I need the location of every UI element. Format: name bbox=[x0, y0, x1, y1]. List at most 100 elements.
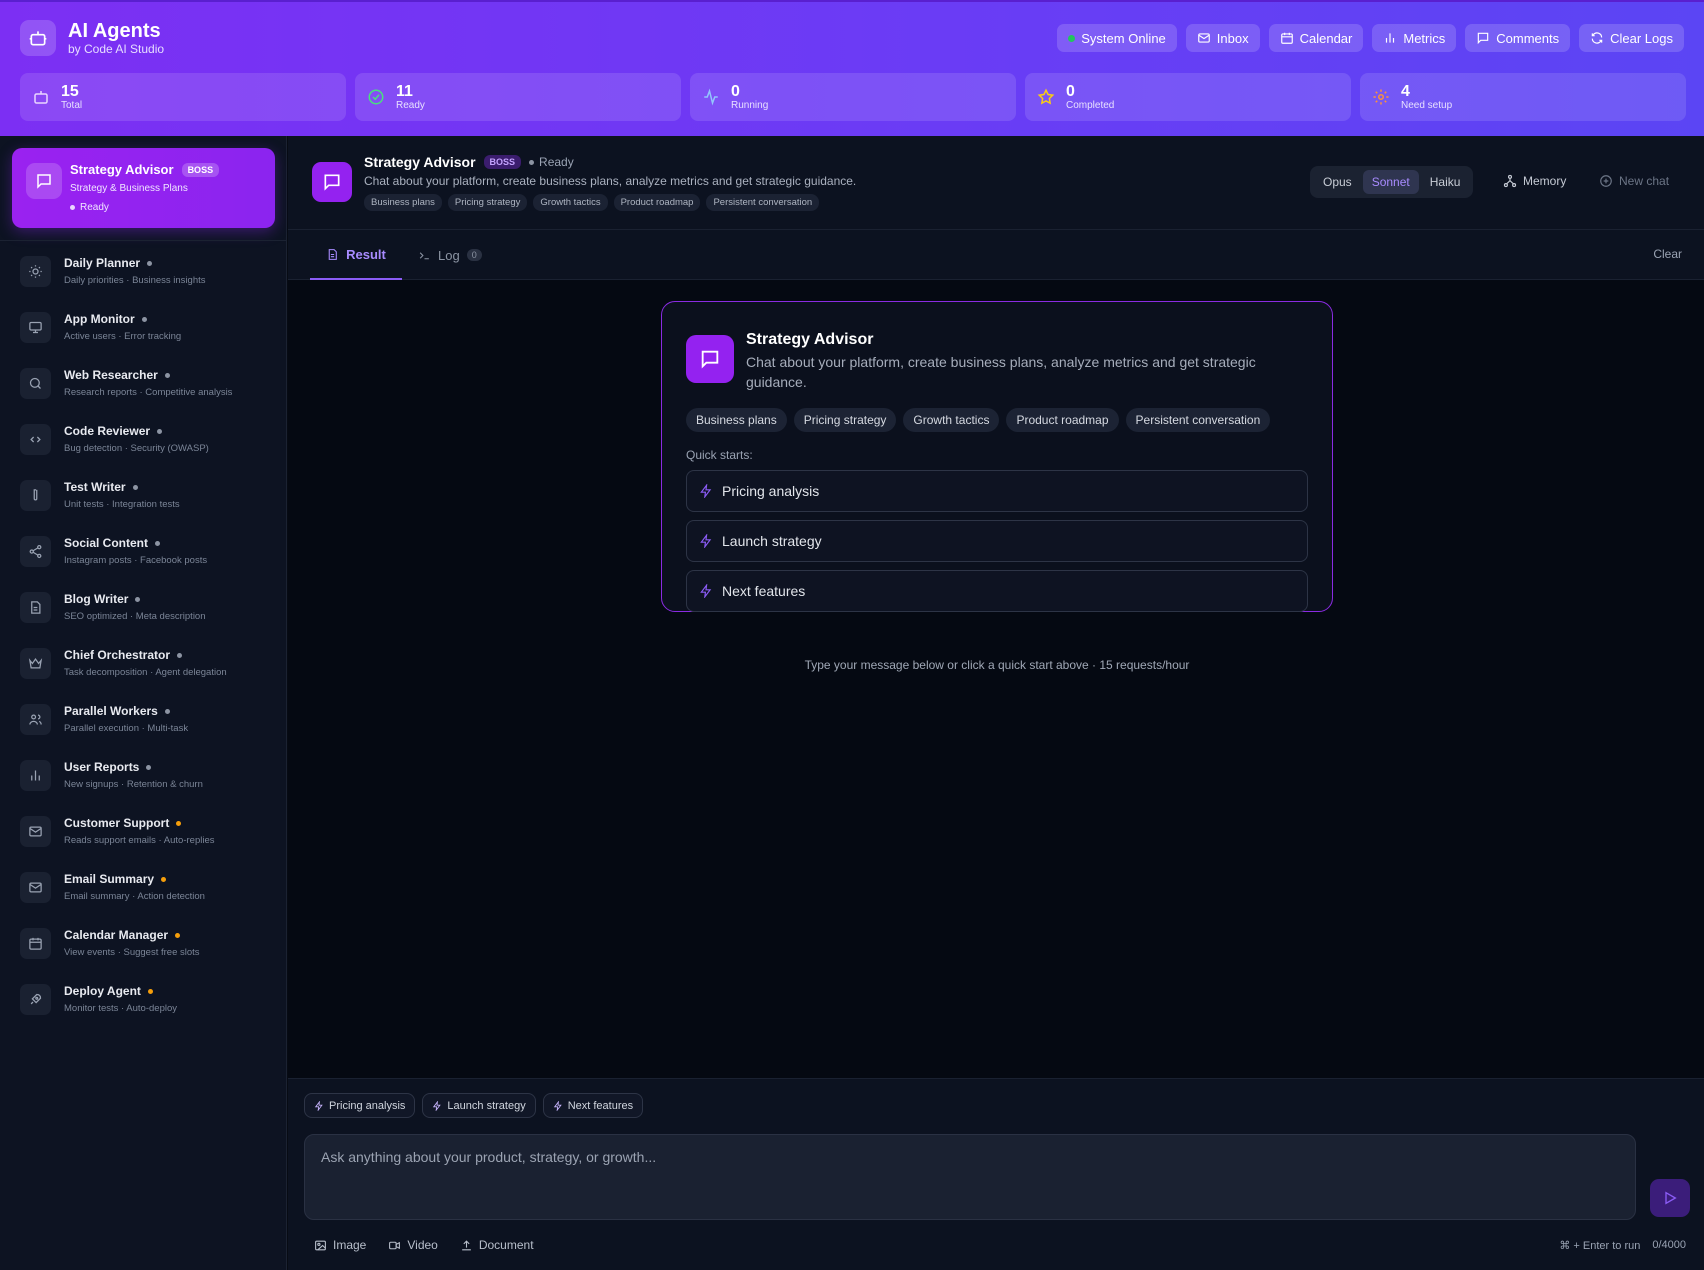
status-dot bbox=[175, 932, 181, 938]
inbox-button[interactable]: Inbox bbox=[1185, 24, 1260, 52]
model-haiku-button[interactable]: Haiku bbox=[1421, 170, 1470, 194]
rocket-icon bbox=[20, 984, 51, 1015]
lightning-icon bbox=[700, 584, 712, 598]
chip-pricing-analysis[interactable]: Pricing analysis bbox=[304, 1093, 416, 1118]
sidebar-item-desc: Bug detection · Security (OWASP) bbox=[64, 443, 209, 454]
model-sonnet-button[interactable]: Sonnet bbox=[1362, 170, 1419, 194]
sidebar-item-strategy-advisor[interactable]: Strategy Advisor BOSS Strategy & Business… bbox=[12, 148, 275, 228]
card-tags: Business plans Pricing strategy Growth t… bbox=[686, 408, 1271, 432]
test-tube-icon bbox=[20, 480, 51, 511]
comments-button[interactable]: Comments bbox=[1465, 24, 1571, 52]
sidebar-item-desc: SEO optimized · Meta description bbox=[64, 611, 206, 622]
sidebar-item-desc: Instagram posts · Facebook posts bbox=[64, 555, 208, 566]
refresh-icon bbox=[1591, 32, 1603, 44]
video-icon bbox=[389, 1241, 401, 1249]
log-count-badge: 0 bbox=[466, 249, 482, 261]
send-button[interactable] bbox=[1650, 1179, 1690, 1217]
chip-next-features[interactable]: Next features bbox=[542, 1093, 644, 1118]
tag: Product roadmap bbox=[1006, 408, 1119, 432]
agent-title: Strategy Advisor bbox=[364, 154, 476, 170]
mail-icon bbox=[20, 872, 51, 903]
sidebar-item-label: User Reports bbox=[64, 760, 140, 774]
status-dot bbox=[155, 540, 161, 546]
sidebar-item-deploy-agent[interactable]: Deploy Agent Monitor tests · Auto-deploy bbox=[0, 972, 287, 1028]
agent-topbar: Strategy Advisor BOSS Ready Chat about y… bbox=[288, 136, 1704, 230]
clear-button[interactable]: Clear bbox=[1653, 247, 1682, 261]
sidebar-item-web-researcher[interactable]: Web Researcher Research reports · Competi… bbox=[0, 356, 287, 412]
sidebar-item-blog-writer[interactable]: Blog Writer SEO optimized · Meta descript… bbox=[0, 580, 287, 636]
sidebar-item-desc: Email summary · Action detection bbox=[64, 891, 205, 902]
divider bbox=[0, 240, 287, 241]
calendar-icon bbox=[1280, 32, 1293, 44]
status-dot bbox=[157, 428, 163, 434]
status-dot bbox=[141, 316, 147, 322]
sidebar-item-test-writer[interactable]: Test Writer Unit tests · Integration test… bbox=[0, 468, 287, 524]
network-icon bbox=[1503, 174, 1517, 188]
tag: Pricing strategy bbox=[447, 194, 528, 211]
tag: Persistent conversation bbox=[706, 194, 820, 211]
quick-start-launch-strategy[interactable]: Launch strategy bbox=[686, 520, 1308, 562]
sidebar-item-desc: Research reports · Competitive analysis bbox=[64, 387, 233, 398]
metrics-button[interactable]: Metrics bbox=[1372, 24, 1457, 52]
agent-description: Chat about your platform, create busines… bbox=[364, 174, 857, 188]
quick-start-pricing-analysis[interactable]: Pricing analysis bbox=[686, 470, 1308, 512]
memory-button[interactable]: Memory bbox=[1503, 174, 1566, 188]
agent-tags: Business plans Pricing strategy Growth t… bbox=[364, 194, 820, 211]
sidebar-item-label: Daily Planner bbox=[64, 256, 141, 270]
sidebar-item-email-summary[interactable]: Email Summary Email summary · Action dete… bbox=[0, 860, 287, 916]
model-selector: Opus Sonnet Haiku bbox=[1310, 166, 1474, 198]
sidebar-item-social-content[interactable]: Social Content Instagram posts · Facebook… bbox=[0, 524, 287, 580]
system-online-button[interactable]: System Online bbox=[1057, 24, 1177, 52]
result-tabs: Result Log 0 Clear bbox=[288, 230, 1704, 280]
mail-icon bbox=[1197, 33, 1210, 43]
message-icon bbox=[312, 162, 352, 202]
clear-logs-button[interactable]: Clear Logs bbox=[1579, 24, 1684, 52]
mail-icon bbox=[20, 816, 51, 847]
image-icon bbox=[315, 1240, 326, 1250]
lightning-icon bbox=[700, 484, 712, 498]
tab-result[interactable]: Result bbox=[310, 230, 402, 280]
sidebar-item-label: Code Reviewer bbox=[64, 424, 151, 438]
status-dot bbox=[164, 372, 170, 378]
header-actions: System Online Inbox Calendar Metrics Com… bbox=[1057, 24, 1684, 52]
sidebar-item-chief-orchestrator[interactable]: Chief Orchestrator Task decomposition · A… bbox=[0, 636, 287, 692]
sidebar-item-calendar-manager[interactable]: Calendar Manager View events · Suggest fr… bbox=[0, 916, 287, 972]
quick-start-next-features[interactable]: Next features bbox=[686, 570, 1308, 612]
message-input[interactable]: Ask anything about your product, strateg… bbox=[304, 1134, 1636, 1220]
sidebar-item-label: Chief Orchestrator bbox=[64, 648, 171, 662]
bot-icon bbox=[20, 20, 56, 56]
lightning-icon bbox=[553, 1100, 562, 1111]
sidebar-item-desc: View events · Suggest free slots bbox=[64, 947, 200, 958]
monitor-icon bbox=[20, 312, 51, 343]
usage-hint: Type your message below or click a quick… bbox=[804, 658, 1190, 672]
model-opus-button[interactable]: Opus bbox=[1314, 170, 1361, 194]
sidebar-item-daily-planner[interactable]: Daily Planner Daily priorities · Business… bbox=[0, 244, 287, 300]
sidebar-item-customer-support[interactable]: Customer Support Reads support emails · A… bbox=[0, 804, 287, 860]
attach-document-button[interactable]: Document bbox=[460, 1238, 534, 1252]
status-dot bbox=[164, 708, 170, 714]
bar-chart-icon bbox=[1386, 33, 1395, 43]
calendar-icon bbox=[20, 928, 51, 959]
search-icon bbox=[20, 368, 51, 399]
check-circle-icon bbox=[368, 89, 384, 105]
sidebar-item-app-monitor[interactable]: App Monitor Active users · Error tracking bbox=[0, 300, 287, 356]
tag: Pricing strategy bbox=[793, 408, 897, 432]
lightning-icon bbox=[700, 534, 712, 548]
sidebar-item-label: Social Content bbox=[64, 536, 149, 550]
users-icon bbox=[20, 704, 51, 735]
sidebar-item-parallel-workers[interactable]: Parallel Workers Parallel execution · Mul… bbox=[0, 692, 287, 748]
stat-total: 15 Total bbox=[20, 73, 346, 121]
sidebar-item-code-reviewer[interactable]: Code Reviewer Bug detection · Security (O… bbox=[0, 412, 287, 468]
tab-log[interactable]: Log 0 bbox=[418, 230, 482, 280]
attach-image-button[interactable]: Image bbox=[314, 1238, 366, 1252]
status-dot bbox=[177, 652, 183, 658]
new-chat-button[interactable]: New chat bbox=[1599, 174, 1669, 188]
status-dot bbox=[146, 764, 152, 770]
sidebar-item-label: Parallel Workers bbox=[64, 704, 158, 718]
chip-launch-strategy[interactable]: Launch strategy bbox=[422, 1093, 536, 1118]
sidebar-item-label: Blog Writer bbox=[64, 592, 129, 606]
sidebar-item-user-reports[interactable]: User Reports New signups · Retention & ch… bbox=[0, 748, 287, 804]
tag: Product roadmap bbox=[613, 194, 701, 211]
calendar-button[interactable]: Calendar bbox=[1268, 24, 1364, 52]
attach-video-button[interactable]: Video bbox=[388, 1238, 438, 1252]
